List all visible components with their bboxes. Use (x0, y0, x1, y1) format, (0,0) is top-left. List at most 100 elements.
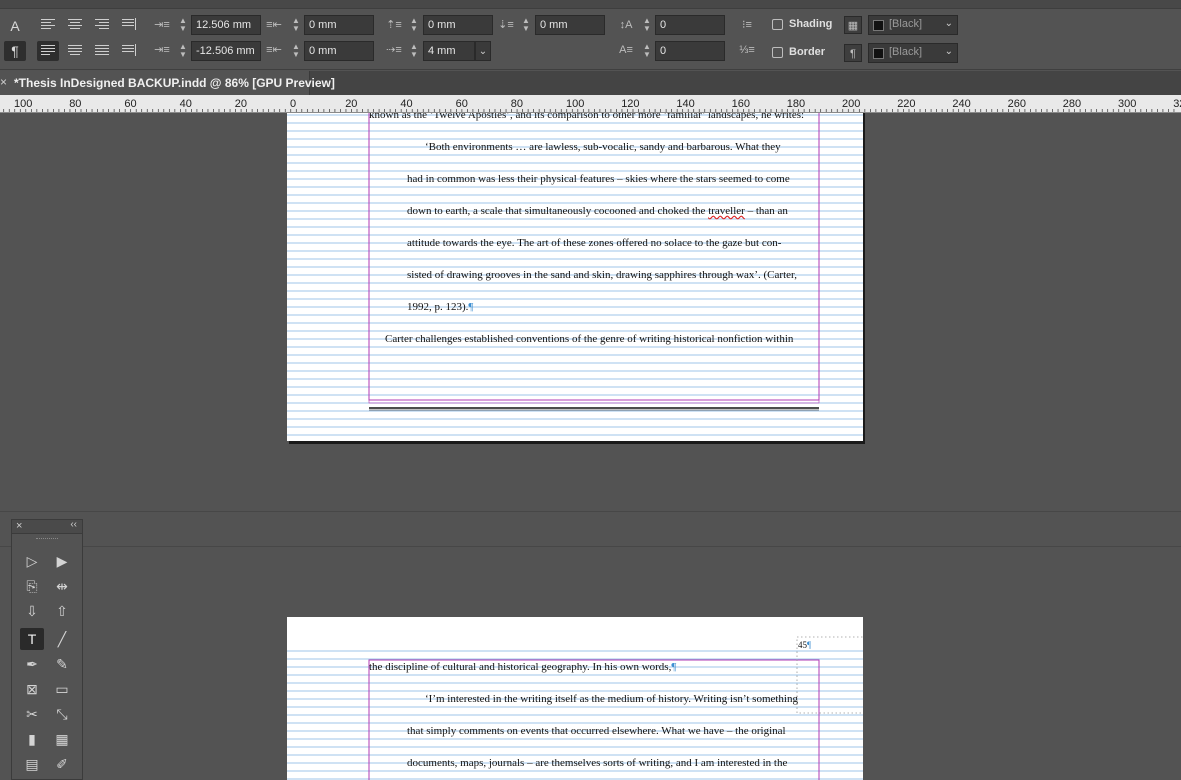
space-before-field[interactable]: 0 mm (423, 15, 493, 35)
left-indent-stepper[interactable]: ▲ ▼ (176, 16, 190, 34)
page-tool[interactable]: ⎘ (20, 575, 44, 597)
black-swatch-icon (873, 48, 884, 59)
paragraph-formatting-mode-button[interactable]: ¶ (4, 41, 26, 61)
border-color-dropdown[interactable]: [Black] ⌄ (868, 43, 958, 63)
pencil-tool[interactable]: ✎ (50, 653, 74, 675)
spread-divider (0, 546, 1181, 547)
shading-checkbox[interactable] (772, 19, 783, 30)
gradient-swatch-tool[interactable]: ▮ (20, 728, 44, 750)
ruler-label: 100 (14, 98, 32, 110)
close-panel-icon[interactable]: × (16, 520, 22, 532)
quote-text-line: ‘Both environments … are lawless, sub-vo… (425, 141, 781, 153)
character-formatting-mode-button[interactable]: A (4, 16, 26, 36)
collapse-panel-icon[interactable]: ‹‹ (70, 519, 77, 530)
page-45[interactable]: 45¶ the discipline of cultural and histo… (287, 617, 863, 780)
drop-cap-lines-field[interactable]: 0 (655, 15, 725, 35)
border-checkbox[interactable] (772, 47, 783, 58)
space-after-field[interactable]: 0 mm (535, 15, 605, 35)
right-indent-icon: ≡⇤ (266, 19, 282, 31)
line-tool[interactable]: ╱ (50, 628, 74, 650)
ruler-label: 220 (897, 98, 915, 110)
pilcrow-icon: ¶ (671, 661, 677, 673)
drop-cap-lines-stepper[interactable]: ▲ ▼ (640, 16, 654, 34)
last-line-indent-icon: ≡⇤ (266, 44, 282, 56)
selection-tool[interactable]: ▷ (20, 550, 44, 572)
first-line-indent-stepper[interactable]: ▲ ▼ (176, 42, 190, 60)
scissors-tool[interactable]: ✂ (20, 703, 44, 725)
pilcrow-icon: ¶ (468, 301, 474, 313)
baseline-grid-stepper[interactable]: ▲ ▼ (407, 42, 421, 60)
panel-grip[interactable] (36, 538, 58, 540)
tools-panel[interactable]: × ‹‹ ▷ ▶ ⎘ ⇹ ⇩ ⇧ T ╱ ✒ ✎ ⊠ ▭ ✂ ⤡ ▮ ▦ ▤ ✐ (11, 519, 83, 780)
text-frame (368, 113, 820, 401)
free-transform-tool[interactable]: ⤡ (50, 703, 74, 725)
last-line-indent-stepper[interactable]: ▲ ▼ (289, 42, 303, 60)
last-line-indent-field[interactable]: 0 mm (304, 41, 374, 61)
space-after-stepper[interactable]: ▲ ▼ (519, 16, 533, 34)
align-center-button[interactable] (64, 15, 86, 35)
ruler-label: 200 (842, 98, 860, 110)
shading-color-dropdown[interactable]: [Black] ⌄ (868, 15, 958, 35)
border-settings-icon[interactable]: ¶ (844, 44, 862, 62)
document-tab-bar: × *Thesis InDesigned BACKUP.indd @ 86% [… (0, 71, 1181, 95)
shading-color-label: [Black] (889, 18, 923, 30)
direct-selection-tool[interactable]: ▶ (50, 550, 74, 572)
ruler-label: 260 (1008, 98, 1026, 110)
quote-text-line: attitude towards the eye. The art of the… (407, 237, 782, 249)
right-indent-stepper[interactable]: ▲ ▼ (289, 16, 303, 34)
pasteboard[interactable]: known as the ‘Twelve Apostles’, and its … (0, 113, 1181, 780)
shading-settings-icon[interactable]: ▦ (844, 16, 862, 34)
pilcrow-icon: ¶ (807, 640, 812, 650)
right-indent-field[interactable]: 0 mm (304, 15, 374, 35)
first-line-indent-icon: ⇥≡ (154, 44, 170, 56)
misspelled-word[interactable]: traveller (708, 205, 745, 217)
align-towards-spine-button[interactable] (118, 15, 140, 35)
quote-text-line: 1992, p. 123).¶ (407, 300, 473, 314)
horizontal-ruler[interactable]: 100 80 60 40 20 0 20 40 60 80 100 120 140 160 180 200 22… (0, 95, 1181, 113)
gradient-feather-tool[interactable]: ▦ (50, 728, 74, 750)
close-tab-icon[interactable]: × (0, 75, 10, 89)
type-tool[interactable]: T (20, 628, 44, 650)
baseline-grid-dropdown[interactable]: ⌄ (475, 41, 491, 61)
baseline-grid-icon: ⇢≡ (386, 44, 402, 56)
body-text-line: Carter challenges established convention… (385, 333, 794, 345)
rectangle-frame-tool[interactable]: ⊠ (20, 678, 44, 700)
ruler-label: 20 (235, 98, 247, 110)
tools-panel-header[interactable]: × ‹‹ (12, 519, 82, 534)
baseline-grid-field[interactable]: 4 mm (423, 41, 475, 61)
ruler-label: 80 (511, 98, 523, 110)
ruler-label: 20 (345, 98, 357, 110)
first-line-indent-field[interactable]: -12.506 mm (191, 41, 261, 61)
note-tool[interactable]: ▤ (20, 753, 44, 775)
ruler-label: 0 (290, 98, 296, 110)
content-collector-tool[interactable]: ⇩ (20, 600, 44, 622)
align-right-button[interactable] (91, 15, 113, 35)
justify-center-button[interactable] (64, 41, 86, 61)
ruler-label: 40 (400, 98, 412, 110)
drop-cap-characters-stepper[interactable]: ▲ ▼ (640, 42, 654, 60)
control-panel: A ¶ ⇥≡ ▲ ▼ 12.506 mm ⇥≡ ▲ ▼ -12.506 mm ≡⇤ (0, 0, 1181, 70)
ruler-label: 300 (1118, 98, 1136, 110)
quote-text-segment: down to earth, a scale that simultaneous… (407, 205, 709, 217)
rectangle-tool[interactable]: ▭ (50, 678, 74, 700)
ruler-label: 280 (1063, 98, 1081, 110)
justify-left-button[interactable] (37, 41, 59, 61)
eyedropper-tool[interactable]: ✐ (50, 753, 74, 775)
ruler-label: 32 (1173, 98, 1181, 110)
ruler-ticks: 100 80 60 40 20 0 20 40 60 80 100 120 140 160 180 200 22… (3, 98, 1181, 112)
gap-tool[interactable]: ⇹ (50, 575, 74, 597)
drop-cap-characters-field[interactable]: 0 (655, 41, 725, 61)
justify-all-button[interactable] (91, 41, 113, 61)
left-indent-field[interactable]: 12.506 mm (191, 15, 261, 35)
align-away-from-spine-button[interactable] (118, 41, 140, 61)
align-left-button[interactable] (37, 15, 59, 35)
page-44[interactable]: known as the ‘Twelve Apostles’, and its … (287, 113, 863, 441)
ruler-label: 40 (180, 98, 192, 110)
bulleted-list-icon[interactable]: ⁝≡ (738, 16, 756, 34)
black-swatch-icon (873, 20, 884, 31)
numbered-list-icon[interactable]: ⅓≡ (738, 41, 756, 59)
document-tab[interactable]: × *Thesis InDesigned BACKUP.indd @ 86% [… (0, 71, 335, 95)
content-placer-tool[interactable]: ⇧ (50, 600, 74, 622)
space-before-stepper[interactable]: ▲ ▼ (407, 16, 421, 34)
pen-tool[interactable]: ✒ (20, 653, 44, 675)
